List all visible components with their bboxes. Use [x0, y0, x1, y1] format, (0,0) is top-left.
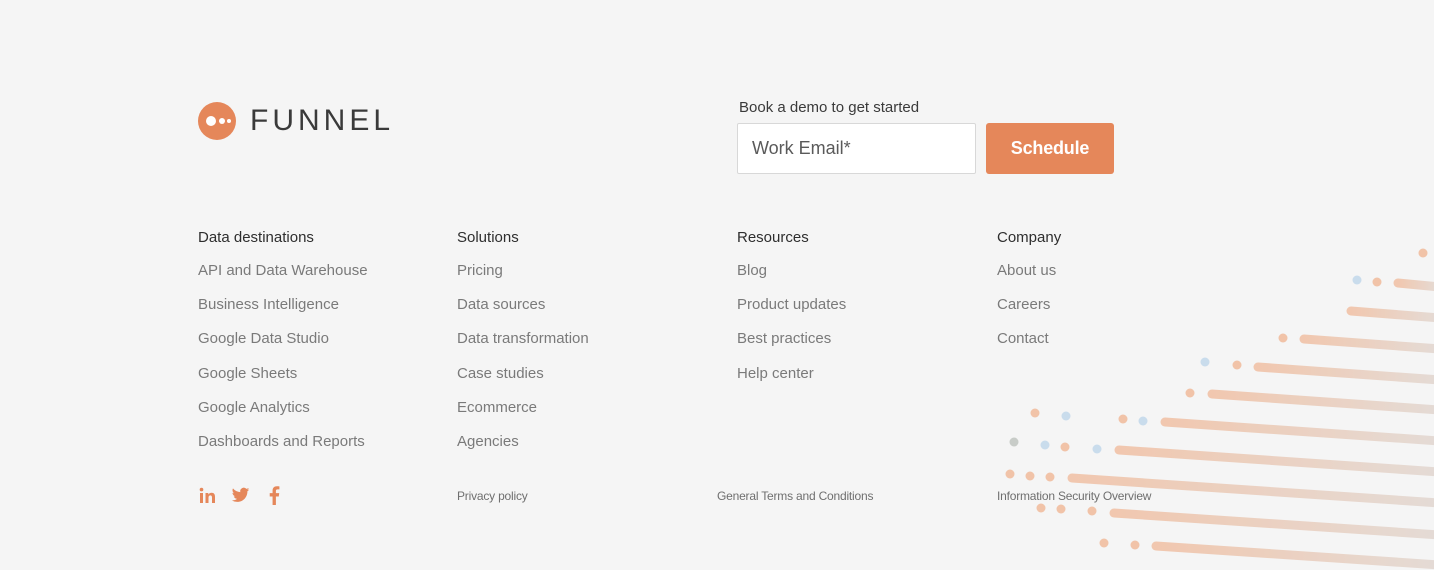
- footer-link-case-studies[interactable]: Case studies: [457, 365, 544, 382]
- footer-link-careers[interactable]: Careers: [997, 296, 1050, 313]
- funnel-logo-icon: [198, 102, 236, 140]
- privacy-policy-link[interactable]: Privacy policy: [457, 489, 528, 503]
- footer-link-google-sheets[interactable]: Google Sheets: [198, 365, 297, 382]
- footer-link-best-practices[interactable]: Best practices: [737, 330, 831, 347]
- footer-column-solutions: Solutions Pricing Data sources Data tran…: [457, 228, 589, 466]
- footer-link-data-transformation[interactable]: Data transformation: [457, 330, 589, 347]
- footer-link-blog[interactable]: Blog: [737, 262, 767, 279]
- footer-link-business-intelligence[interactable]: Business Intelligence: [198, 296, 339, 313]
- security-overview-link[interactable]: Information Security Overview: [997, 489, 1151, 503]
- column-heading: Resources: [737, 229, 809, 246]
- footer-link-agencies[interactable]: Agencies: [457, 433, 519, 450]
- facebook-icon[interactable]: [264, 486, 283, 505]
- column-heading: Solutions: [457, 229, 519, 246]
- footer-link-contact[interactable]: Contact: [997, 330, 1049, 347]
- terms-conditions-link[interactable]: General Terms and Conditions: [717, 489, 873, 503]
- footer-column-resources: Resources Blog Product updates Best prac…: [737, 228, 846, 398]
- footer-link-ecommerce[interactable]: Ecommerce: [457, 399, 537, 416]
- footer-link-pricing[interactable]: Pricing: [457, 262, 503, 279]
- work-email-input[interactable]: [737, 123, 976, 174]
- footer-link-data-sources[interactable]: Data sources: [457, 296, 545, 313]
- column-heading: Data destinations: [198, 229, 314, 246]
- footer-column-data-destinations: Data destinations API and Data Warehouse…: [198, 228, 368, 466]
- footer-link-google-analytics[interactable]: Google Analytics: [198, 399, 310, 416]
- schedule-button[interactable]: Schedule: [986, 123, 1114, 174]
- footer-column-company: Company About us Careers Contact: [997, 228, 1061, 364]
- twitter-icon[interactable]: [231, 486, 250, 505]
- social-links: [198, 486, 283, 505]
- column-heading: Company: [997, 229, 1062, 246]
- logo-wordmark: FUNNEL: [250, 104, 395, 137]
- footer-link-dashboards-reports[interactable]: Dashboards and Reports: [198, 433, 365, 450]
- footer-link-about-us[interactable]: About us: [997, 262, 1056, 279]
- footer-link-product-updates[interactable]: Product updates: [737, 296, 846, 313]
- footer-link-google-data-studio[interactable]: Google Data Studio: [198, 330, 329, 347]
- funnel-logo[interactable]: FUNNEL: [198, 102, 394, 140]
- demo-heading: Book a demo to get started: [739, 99, 920, 116]
- footer-link-help-center[interactable]: Help center: [737, 365, 814, 382]
- linkedin-icon[interactable]: [198, 486, 217, 505]
- footer-link-api-data-warehouse[interactable]: API and Data Warehouse: [198, 262, 368, 279]
